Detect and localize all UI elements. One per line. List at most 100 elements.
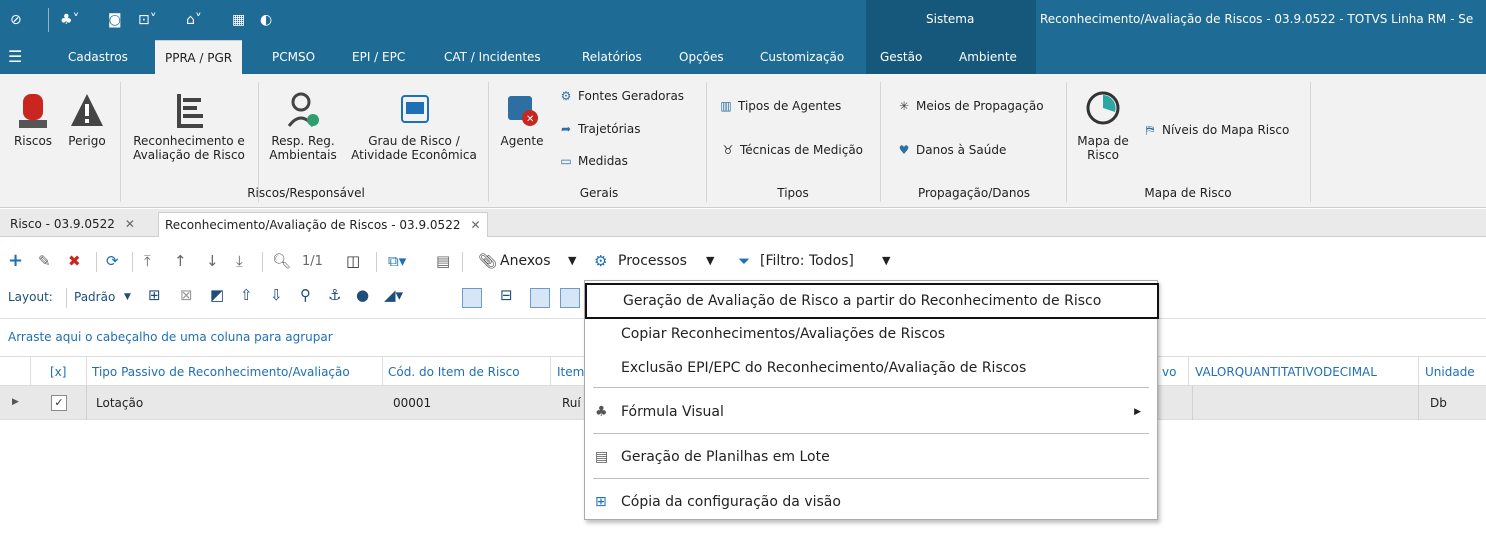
tab-relatorios[interactable]: Relatórios — [582, 40, 642, 74]
tab-ppra-pgr[interactable]: PPRA / PGR — [155, 40, 243, 74]
view-bottom-toggle[interactable] — [462, 288, 482, 308]
filter-button[interactable]: [Filtro: Todos] — [760, 252, 854, 270]
processos-button[interactable]: Processos — [618, 252, 687, 270]
tab-opcoes[interactable]: Opções — [679, 40, 724, 74]
column-header-cod[interactable]: Cód. do Item de Risco — [388, 365, 520, 379]
edit-icon[interactable]: ✎ — [38, 252, 51, 270]
next-record-icon[interactable]: ↓ — [206, 252, 219, 270]
tab-customizacao[interactable]: Customização — [760, 40, 844, 74]
pin-down-icon[interactable]: ⚓︎ — [328, 286, 341, 304]
hierarchy-dropdown-icon[interactable]: ♣˅ — [60, 10, 80, 30]
map-icon: ⛿ — [1145, 123, 1155, 137]
trajetorias-label: Trajetórias — [578, 122, 641, 136]
window-dropdown-icon[interactable]: ⊡˅ — [138, 10, 157, 30]
danos-label: Danos à Saúde — [916, 143, 1007, 157]
view-icon[interactable]: ◙ — [108, 10, 122, 30]
column-header-tipo[interactable]: Tipo Passivo de Reconhecimento/Avaliação — [92, 365, 350, 379]
fontes-geradoras-button[interactable]: ⚙ Fontes Geradoras — [558, 88, 684, 104]
doc-tab-reconhecimento[interactable]: Reconhecimento/Avaliação de Riscos - 03.… — [158, 212, 488, 237]
processos-dropdown-menu: Geração de Avaliação de Risco a partir d… — [584, 280, 1159, 520]
danos-saude-button[interactable]: ♥ Danos à Saúde — [896, 142, 1007, 158]
menu-separator — [593, 478, 1149, 479]
download-layout-icon[interactable]: ⇩ — [270, 286, 283, 304]
menu-item-exclusao-epi-epc[interactable]: Exclusão EPI/EPC do Reconhecimento/Avali… — [585, 353, 1157, 383]
add-icon[interactable]: + — [8, 252, 23, 270]
save-layout-icon[interactable]: ◩ — [210, 286, 224, 304]
doc-tab-risco[interactable]: Risco - 03.9.0522 ✕ — [4, 212, 141, 237]
home-dropdown-icon[interactable]: ⌂˅ — [186, 10, 202, 30]
tab-epi-epc[interactable]: EPI / EPC — [352, 40, 405, 74]
menu-item-copia-configuracao[interactable]: ⊞ Cópia da configuração da visão — [585, 487, 1157, 517]
columns-icon[interactable]: ◫ — [346, 252, 360, 270]
reconhecimento-button[interactable]: Reconhecimento e Avaliação de Risco — [126, 90, 252, 162]
calculator-icon[interactable]: ▦ — [232, 10, 245, 30]
filter-icon: ⏷ — [738, 252, 751, 270]
padrao-chevron-down-icon[interactable]: ▼ — [124, 288, 131, 306]
tab-gestao[interactable]: Gestão — [880, 40, 922, 74]
upload-layout-icon[interactable]: ⇧ — [240, 286, 253, 304]
trajetorias-button[interactable]: ➦ Trajetórias — [558, 121, 641, 137]
perigo-button[interactable]: Perigo — [64, 90, 110, 148]
add-layout-icon[interactable]: ⊞ — [148, 286, 161, 304]
search-icon[interactable]: 🔍︎ — [272, 252, 291, 270]
resp-reg-ambientais-button[interactable]: Resp. Reg. Ambientais — [262, 90, 344, 162]
tipos-agentes-button[interactable]: ▥ Tipos de Agentes — [718, 98, 841, 114]
ruler-icon: ▭ — [560, 154, 572, 168]
tab-pcmso[interactable]: PCMSO — [272, 40, 315, 74]
riscos-button[interactable]: Riscos — [8, 90, 58, 148]
menu-item-geracao-planilhas[interactable]: ▤ Geração de Planilhas em Lote — [585, 442, 1157, 472]
view-top-toggle[interactable] — [530, 288, 550, 308]
layout-padrao-dropdown[interactable]: Padrão — [74, 288, 115, 306]
tab-cat-incidentes[interactable]: CAT / Incidentes — [444, 40, 541, 74]
menu-item-geracao-avaliacao[interactable]: Geração de Avaliação de Risco a partir d… — [585, 283, 1159, 319]
delete-icon[interactable]: ✖ — [68, 252, 81, 270]
chart-dropdown-icon[interactable]: ◢▾ — [384, 286, 403, 304]
hamburger-menu-icon[interactable]: ☰ — [8, 40, 22, 74]
column-header-unidade[interactable]: Unidade — [1425, 365, 1475, 379]
group-label-riscos: Riscos/Responsável — [247, 186, 365, 200]
close-icon[interactable]: ✕ — [470, 218, 480, 232]
agente-label: Agente — [500, 134, 544, 148]
first-record-icon[interactable]: ⤒ — [144, 252, 151, 270]
grid-column-divider — [86, 357, 87, 387]
column-header-valor[interactable]: VALORQUANTITATIVODECIMAL — [1195, 365, 1377, 379]
pin-icon[interactable]: ⚲ — [300, 286, 311, 304]
meios-propagacao-button[interactable]: ✳ Meios de Propagação — [896, 98, 1044, 114]
grau-risco-button[interactable]: Grau de Risco / Atividade Econômica — [346, 90, 482, 162]
ribbon-separator — [258, 82, 259, 202]
shapes-icon[interactable]: ● — [356, 286, 369, 304]
refresh-icon[interactable]: ⟳ — [106, 252, 119, 270]
column-header-partial[interactable]: vo — [1162, 365, 1176, 379]
previous-record-icon[interactable]: ↑ — [174, 252, 187, 270]
split-horizontal-icon[interactable]: ⊟ — [500, 286, 513, 304]
menu-item-copiar-reconhecimentos[interactable]: Copiar Reconhecimentos/Avaliações de Ris… — [585, 319, 1157, 349]
app-menu-icon[interactable]: ⊘ — [10, 10, 22, 30]
medidas-button[interactable]: ▭ Medidas — [558, 153, 628, 169]
document-icon[interactable]: ▤ — [436, 252, 450, 270]
tecnicas-medicao-button[interactable]: ♉ Técnicas de Medição — [720, 142, 863, 158]
processos-chevron-down-icon[interactable]: ▼ — [706, 252, 714, 270]
menu-item-formula-visual[interactable]: ♣ Fórmula Visual ▶ — [585, 397, 1157, 427]
agente-button[interactable]: ✕ Agente — [494, 90, 550, 148]
last-record-icon[interactable]: ⤓ — [236, 252, 243, 270]
help-icon[interactable]: ◐ — [260, 10, 272, 30]
row-checkbox[interactable]: ✓ — [51, 395, 67, 411]
resp-label-1: Resp. Reg. — [271, 134, 335, 148]
filter-chevron-down-icon[interactable]: ▼ — [882, 252, 890, 270]
anexos-chevron-down-icon[interactable]: ▼ — [568, 252, 576, 270]
niveis-mapa-button[interactable]: ⛿ Níveis do Mapa Risco — [1142, 122, 1290, 138]
view-split-toggle[interactable] — [560, 288, 580, 308]
remove-layout-icon[interactable]: ⊠ — [180, 286, 193, 304]
menu-item-geracao-avaliacao-label: Geração de Avaliação de Risco a partir d… — [623, 293, 1102, 309]
tab-ambiente[interactable]: Ambiente — [959, 40, 1017, 74]
anexos-button[interactable]: Anexos — [500, 252, 551, 270]
export-dropdown-icon[interactable]: ⧉▾ — [388, 252, 406, 270]
toolbar-separator — [132, 252, 133, 272]
tipos-agentes-label: Tipos de Agentes — [738, 99, 842, 113]
column-header-check[interactable]: [x] — [50, 365, 66, 379]
close-icon[interactable]: ✕ — [125, 217, 135, 231]
tab-cadastros[interactable]: Cadastros — [68, 40, 128, 74]
mapa-risco-button[interactable]: Mapa de Risco — [1072, 90, 1134, 162]
column-header-item[interactable]: Item — [557, 365, 584, 379]
grid-column-divider — [1192, 386, 1193, 420]
